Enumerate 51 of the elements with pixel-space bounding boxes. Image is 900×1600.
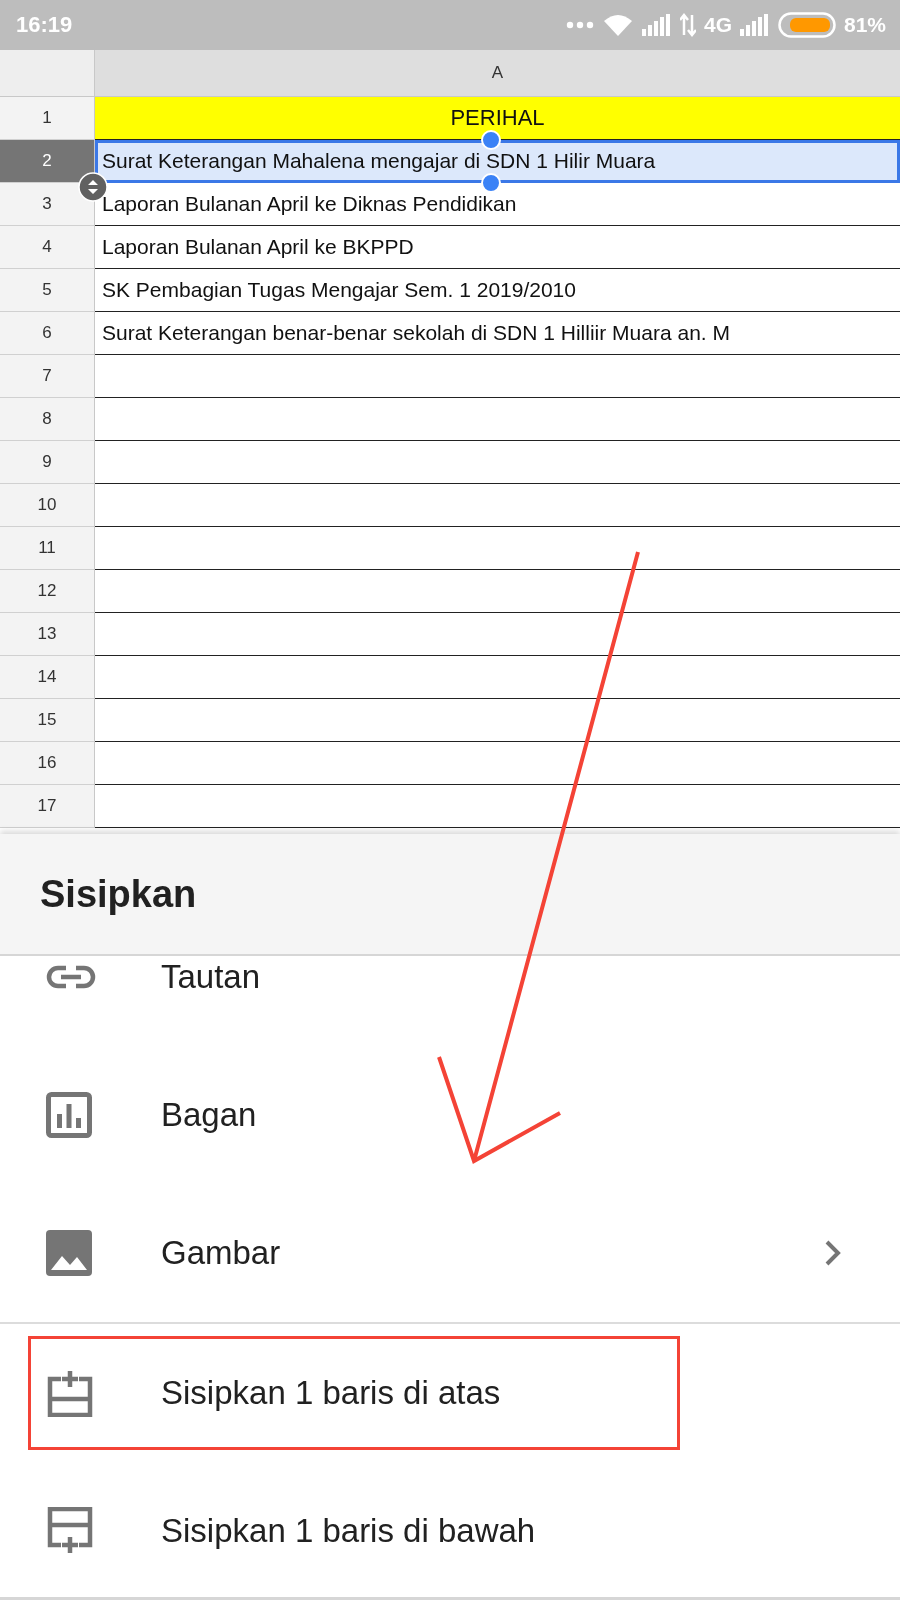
- row-number[interactable]: 11: [0, 527, 95, 570]
- menu-item[interactable]: Tautan: [0, 956, 900, 1046]
- sheet-title: Sisipkan: [40, 872, 197, 916]
- network-type: 4G: [703, 13, 732, 37]
- selection-handle[interactable]: [481, 173, 501, 193]
- table-cell[interactable]: SK Pembagian Tugas Mengajar Sem. 1 2019/2010: [95, 269, 900, 312]
- signal-icon: [641, 14, 672, 36]
- row-number[interactable]: 5: [0, 269, 95, 312]
- cell-text: PERIHAL: [450, 105, 545, 131]
- row-number[interactable]: 15: [0, 699, 95, 742]
- data-arrows-icon: [679, 13, 696, 37]
- cell-text: Surat Keterangan Mahalena mengajar di SDN 1 Hilir Muara: [102, 149, 656, 173]
- image-icon: [46, 1230, 92, 1276]
- row-number[interactable]: 4: [0, 226, 95, 269]
- row-number[interactable]: 9: [0, 441, 95, 484]
- table-cell[interactable]: PERIHAL: [95, 97, 900, 140]
- wifi-icon: [601, 13, 634, 37]
- menu-item[interactable]: Sisipkan 1 baris di bawah: [0, 1462, 900, 1597]
- menu-item[interactable]: Sisipkan 1 baris di atas: [0, 1322, 900, 1462]
- row-number[interactable]: 7: [0, 355, 95, 398]
- battery-percent: 81%: [843, 13, 886, 37]
- row-number[interactable]: 10: [0, 484, 95, 527]
- table-cell[interactable]: Laporan Bulanan April ke BKPPD: [95, 226, 900, 269]
- menu-item[interactable]: Bagan: [0, 1046, 900, 1184]
- cell-text: Laporan Bulanan April ke BKPPD: [102, 235, 414, 259]
- cell-text: Surat Keterangan benar-benar sekolah di SDN 1 Hilliir Muara an. M: [102, 321, 730, 345]
- table-cell[interactable]: Surat Keterangan Mahalena mengajar di SDN 1 Hilir Muara: [95, 140, 900, 183]
- row-number[interactable]: 8: [0, 398, 95, 441]
- clock-time: 16:19: [16, 12, 73, 38]
- chart-icon: [46, 1092, 92, 1138]
- row-number[interactable]: 14: [0, 656, 95, 699]
- row-number[interactable]: 16: [0, 742, 95, 785]
- signal-icon: [739, 14, 770, 36]
- more-dots-icon: [565, 21, 594, 29]
- battery-icon: [777, 12, 836, 38]
- row-number[interactable]: 1: [0, 97, 95, 140]
- link-icon: [46, 964, 96, 990]
- row-number[interactable]: 12: [0, 570, 95, 613]
- column-header[interactable]: A: [95, 50, 900, 97]
- insert-row-below-icon: [46, 1507, 94, 1555]
- table-cell[interactable]: Surat Keterangan benar-benar sekolah di SDN 1 Hilliir Muara an. M: [95, 312, 900, 355]
- row-number[interactable]: 3: [0, 183, 95, 226]
- row-number[interactable]: 13: [0, 613, 95, 656]
- cell-text: Laporan Bulanan April ke Diknas Pendidikan: [102, 192, 517, 216]
- menu-item[interactable]: Gambar: [0, 1184, 900, 1322]
- row-number[interactable]: 6: [0, 312, 95, 355]
- row-number[interactable]: 17: [0, 785, 95, 828]
- cell-text: SK Pembagian Tugas Mengajar Sem. 1 2019/2010: [102, 278, 576, 302]
- insert-row-above-icon: [46, 1369, 94, 1417]
- row-number[interactable]: 2: [0, 140, 95, 183]
- table-cell[interactable]: Laporan Bulanan April ke Diknas Pendidikan: [95, 183, 900, 226]
